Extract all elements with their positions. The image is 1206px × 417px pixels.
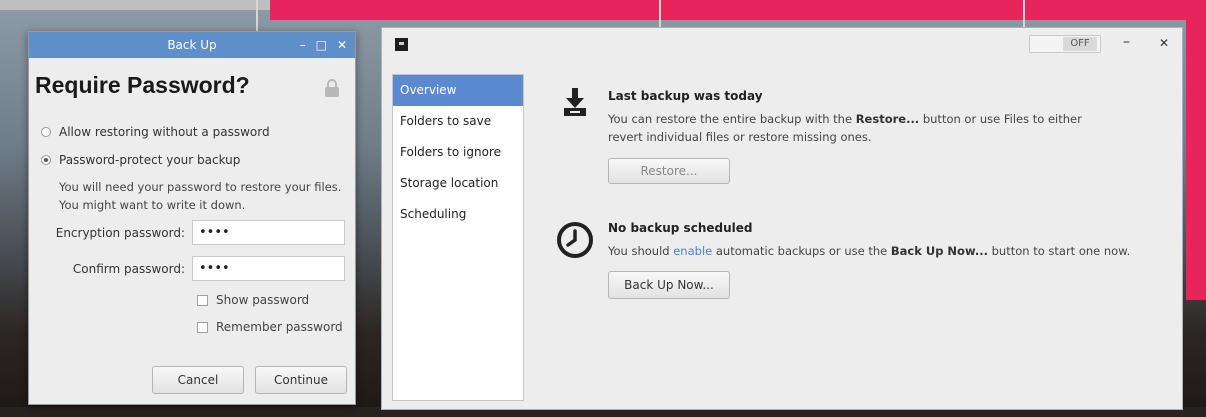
lock-icon [325,79,339,97]
toggle-label: OFF [1063,37,1097,51]
encryption-password-field[interactable]: •••• [192,220,345,245]
restore-text-prefix: You can restore the entire backup with t… [608,112,856,126]
download-icon [564,88,586,116]
no-backup-description: You should enable automatic backups or u… [608,242,1168,260]
show-password-checkbox[interactable]: Show password [197,293,309,307]
frame-pink-top [270,0,1206,20]
radio-no-password-indicator[interactable] [41,127,51,137]
schedule-text-bold: Back Up Now... [890,244,988,258]
dialog-titlebar: Back Up – □ ✕ [29,32,355,58]
restore-button[interactable]: Restore... [608,158,730,184]
continue-button[interactable]: Continue [255,366,347,394]
encryption-password-label: Encryption password: [55,226,185,240]
enable-link[interactable]: enable [673,244,712,258]
password-hint: You will need your password to restore y… [59,178,349,214]
radio-password-indicator[interactable] [41,155,51,165]
clock-icon [557,222,593,258]
frame-gray-strip [0,0,270,10]
main-minimize-button[interactable]: – [1123,34,1130,50]
show-password-box[interactable] [197,294,208,306]
last-backup-title: Last backup was today [608,89,763,103]
sidebar: Overview Folders to save Folders to igno… [392,74,524,401]
sidebar-item-folders-to-ignore[interactable]: Folders to ignore [393,137,523,168]
back-up-now-button[interactable]: Back Up Now... [608,271,730,299]
cancel-button[interactable]: Cancel [152,366,244,394]
dialog-title: Back Up [167,38,217,52]
remember-password-label: Remember password [216,320,343,334]
radio-password[interactable]: Password-protect your backup [41,153,240,167]
auto-backup-toggle[interactable]: OFF [1029,35,1101,53]
require-password-dialog: Back Up – □ ✕ Require Password? Allow re… [28,31,356,405]
main-close-button[interactable]: ✕ [1159,36,1169,50]
sidebar-item-folders-to-save[interactable]: Folders to save [393,106,523,137]
dialog-heading: Require Password? [35,72,250,98]
sidebar-item-overview[interactable]: Overview [393,75,523,106]
no-backup-title: No backup scheduled [608,221,753,235]
sidebar-item-storage-location[interactable]: Storage location [393,168,523,199]
last-backup-description: You can restore the entire backup with t… [608,110,1128,146]
minimize-button[interactable]: – [300,32,306,58]
schedule-text-prefix: You should [608,244,674,258]
restore-text-suffix: button or use Files to either [919,112,1082,126]
main-titlebar: OFF – ✕ [382,28,1182,61]
close-button[interactable]: ✕ [337,32,347,58]
confirm-password-field[interactable]: •••• [192,256,345,281]
remember-password-checkbox[interactable]: Remember password [197,320,343,334]
radio-no-password-label: Allow restoring without a password [59,125,270,139]
restore-text-line2: revert individual files or restore missi… [608,130,872,144]
hint-line-1: You will need your password to restore y… [59,180,342,194]
maximize-button[interactable]: □ [316,32,327,58]
radio-password-label: Password-protect your backup [59,153,241,167]
hint-line-2: You might want to write it down. [59,198,246,212]
show-password-label: Show password [216,293,310,307]
sidebar-item-scheduling[interactable]: Scheduling [393,199,523,230]
restore-text-bold: Restore... [855,112,920,126]
confirm-password-label: Confirm password: [72,262,185,276]
schedule-text-suffix: button to start one now. [987,244,1131,258]
schedule-text-middle: automatic backups or use the [712,244,891,258]
backups-window: OFF – ✕ Overview Folders to save Folders… [381,27,1183,410]
radio-no-password[interactable]: Allow restoring without a password [41,125,270,139]
remember-password-box[interactable] [197,321,208,333]
frame-pink-right [1186,0,1206,300]
app-icon [395,38,408,51]
